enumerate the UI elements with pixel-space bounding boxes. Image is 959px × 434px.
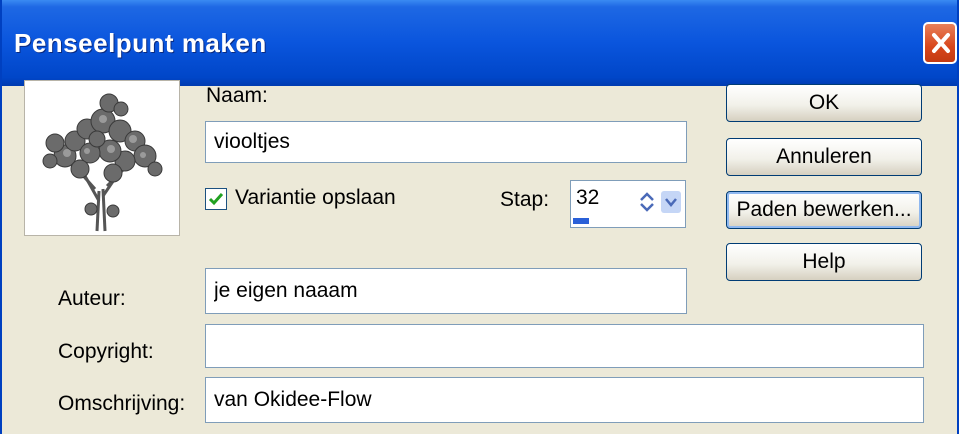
close-icon	[932, 33, 950, 53]
stap-label: Stap:	[500, 188, 550, 211]
omschrijving-input[interactable]	[205, 377, 924, 423]
up-down-arrows-icon[interactable]	[637, 191, 657, 213]
checkmark-icon	[208, 193, 224, 206]
copyright-input[interactable]	[205, 324, 924, 368]
chevron-down-icon[interactable]	[661, 191, 681, 213]
close-button[interactable]	[923, 22, 957, 64]
stap-value: 32	[576, 186, 600, 209]
naam-label: Naam:	[206, 84, 268, 107]
window-title: Penseelpunt maken	[14, 28, 267, 58]
help-button[interactable]: Help	[726, 243, 922, 281]
brush-tip-preview	[24, 80, 180, 236]
auteur-input[interactable]	[205, 268, 687, 314]
variantie-label: Variantie opslaan	[235, 186, 396, 209]
edit-paths-button[interactable]: Paden bewerken...	[726, 191, 922, 229]
stap-level-bar	[573, 218, 589, 224]
omschrijving-label: Omschrijving:	[58, 392, 186, 415]
ok-button[interactable]: OK	[726, 84, 922, 122]
title-bar[interactable]: Penseelpunt maken	[2, 0, 957, 86]
auteur-label: Auteur:	[58, 287, 126, 310]
naam-input[interactable]	[205, 121, 687, 163]
variantie-checkbox[interactable]	[205, 188, 227, 210]
cancel-button[interactable]: Annuleren	[726, 138, 922, 176]
copyright-label: Copyright:	[58, 340, 154, 363]
flower-bouquet-image	[42, 93, 163, 232]
stap-spinner[interactable]: 32	[570, 180, 686, 228]
